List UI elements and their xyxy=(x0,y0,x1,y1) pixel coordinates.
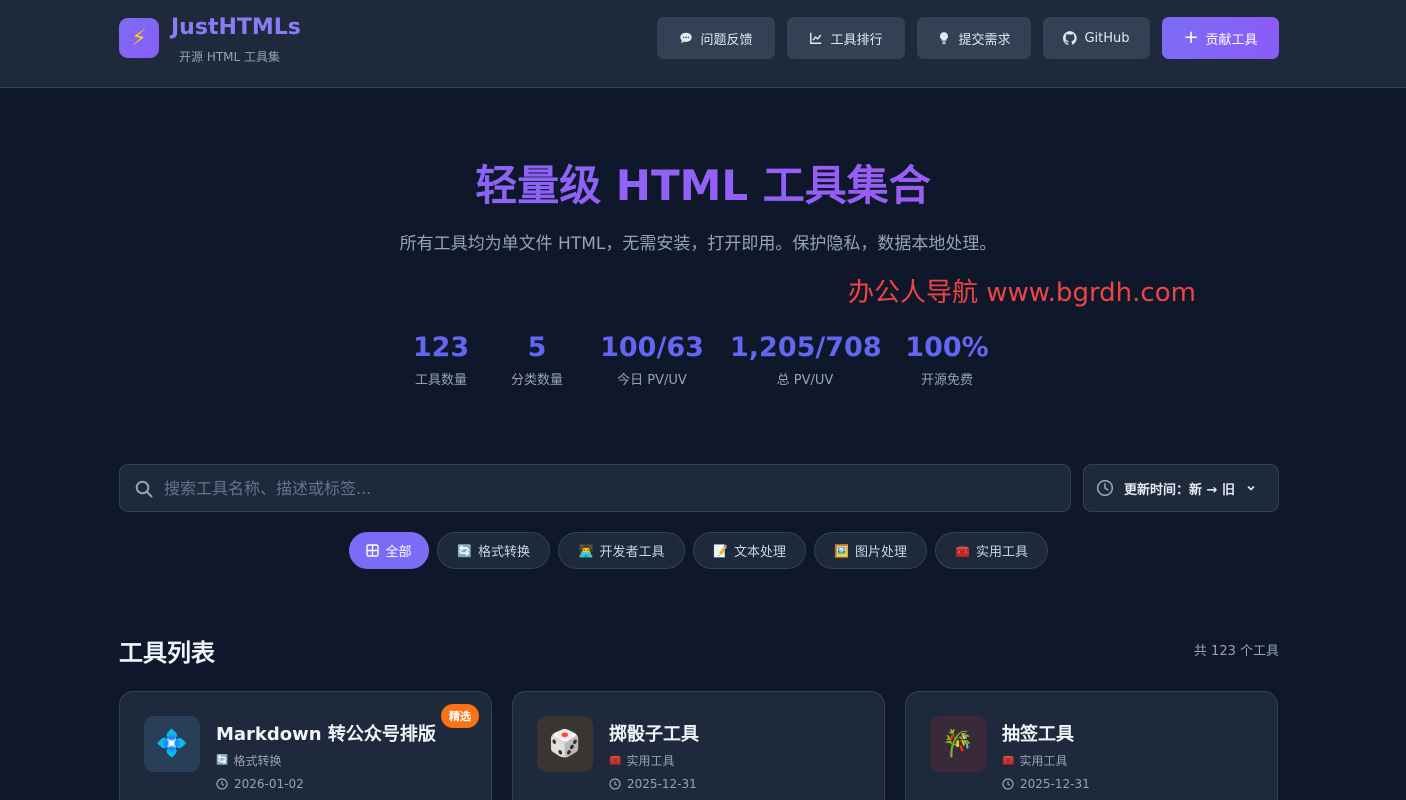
tool-category: 🔄 格式转换 xyxy=(216,752,281,769)
tools-count: 共 123 个工具 xyxy=(1193,644,1279,659)
tool-category-label: 实用工具 xyxy=(626,754,675,768)
stat-value: 100/63 xyxy=(600,332,704,363)
filter-format-convert[interactable]: 🔄 格式转换 xyxy=(437,532,550,569)
stat-categories: 5 分类数量 xyxy=(501,332,573,388)
tool-date-label: 2025-12-31 xyxy=(627,777,697,791)
sort-dropdown[interactable]: 更新时间：新 → 旧 xyxy=(1083,464,1279,512)
stat-value: 1,205/708 xyxy=(730,332,882,363)
search-box xyxy=(119,464,1071,512)
tool-date: 2025-12-31 xyxy=(609,777,697,791)
feedback-label: 问题反馈 xyxy=(700,32,753,48)
lightning-logo-icon[interactable]: ⚡ xyxy=(119,18,159,58)
lightbulb-icon xyxy=(940,32,949,45)
tool-category-label: 格式转换 xyxy=(233,754,282,768)
developer-icon: 👨‍💻 xyxy=(578,543,594,558)
chat-bubble-icon xyxy=(680,32,693,44)
stat-total-pv-uv: 1,205/708 总 PV/UV xyxy=(730,332,882,388)
clock-icon xyxy=(1002,778,1014,790)
request-button[interactable]: 提交需求 xyxy=(917,17,1031,59)
stat-value: 123 xyxy=(412,332,470,363)
stat-label: 分类数量 xyxy=(510,373,563,388)
tool-card[interactable]: 🎋 抽签工具 🧰 实用工具 2025-12-31 xyxy=(905,691,1278,800)
tool-date-label: 2025-12-31 xyxy=(1020,777,1090,791)
filter-label: 格式转换 xyxy=(477,545,530,560)
top-header: ⚡ JustHTMLs 开源 HTML 工具集 问题反馈 工具排行 提交需求 G… xyxy=(0,0,1406,88)
hero-description: 所有工具均为单文件 HTML，无需安装，打开即用。保护隐私，数据本地处理。 xyxy=(399,234,997,254)
tanabata-tree-icon: 🎋 xyxy=(930,716,986,772)
tool-name: 抽签工具 xyxy=(1002,724,1074,745)
ranking-label: 工具排行 xyxy=(830,32,883,48)
tool-category-label: 实用工具 xyxy=(1019,754,1068,768)
filter-label: 图片处理 xyxy=(854,545,907,560)
grid-icon xyxy=(366,544,380,557)
feedback-button[interactable]: 问题反馈 xyxy=(657,17,775,59)
tool-card[interactable]: 💠 Markdown 转公众号排版 精选 🔄 格式转换 2026-01-02 xyxy=(119,691,492,800)
tool-category: 🧰 实用工具 xyxy=(1002,752,1067,769)
featured-badge: 精选 xyxy=(441,704,479,728)
filter-label: 全部 xyxy=(385,545,412,560)
tool-category: 🧰 实用工具 xyxy=(609,752,674,769)
markdown-tool-icon: 💠 xyxy=(144,716,200,772)
chart-line-icon xyxy=(810,32,822,44)
hero-title: 轻量级 HTML 工具集合 xyxy=(0,152,1406,213)
github-icon xyxy=(1063,31,1078,45)
filter-utilities[interactable]: 🧰 实用工具 xyxy=(935,532,1048,569)
filter-label: 文本处理 xyxy=(733,545,786,560)
stat-label: 开源免费 xyxy=(920,373,973,388)
search-icon xyxy=(135,480,153,498)
request-label: 提交需求 xyxy=(958,32,1011,48)
tools-section-title: 工具列表 xyxy=(119,639,215,667)
chevron-down-icon xyxy=(1247,485,1255,491)
contribute-button[interactable]: + 贡献工具 xyxy=(1162,17,1279,59)
stat-open-source: 100% 开源免费 xyxy=(903,332,991,388)
contribute-label: 贡献工具 xyxy=(1205,32,1258,48)
filter-text-processing[interactable]: 📝 文本处理 xyxy=(693,532,806,569)
tool-card[interactable]: 🎲 掷骰子工具 🧰 实用工具 2025-12-31 xyxy=(512,691,885,800)
github-button[interactable]: GitHub xyxy=(1043,17,1150,59)
watermark-text: 办公人导航 www.bgrdh.com xyxy=(848,278,1196,308)
stat-value: 5 xyxy=(527,332,547,363)
refresh-icon: 🔄 xyxy=(216,755,229,766)
clock-icon xyxy=(216,778,228,790)
stat-value: 100% xyxy=(905,332,989,363)
search-input[interactable] xyxy=(164,465,1054,511)
clock-icon xyxy=(1096,479,1114,497)
dice-icon: 🎲 xyxy=(537,716,593,772)
tool-name: Markdown 转公众号排版 xyxy=(216,724,436,745)
github-label: GitHub xyxy=(1084,30,1130,46)
tool-date: 2025-12-31 xyxy=(1002,777,1090,791)
toolbox-icon: 🧰 xyxy=(609,755,622,766)
brand-name[interactable]: JustHTMLs xyxy=(171,15,301,40)
stat-label: 总 PV/UV xyxy=(776,373,834,388)
tool-date: 2026-01-02 xyxy=(216,777,304,791)
brand-subtitle: 开源 HTML 工具集 xyxy=(179,50,281,64)
plus-icon: + xyxy=(1183,27,1199,48)
tool-name: 掷骰子工具 xyxy=(609,724,699,745)
tool-date-label: 2026-01-02 xyxy=(234,777,304,791)
filter-label: 开发者工具 xyxy=(599,545,665,560)
toolbox-icon: 🧰 xyxy=(1002,755,1015,766)
stat-label: 今日 PV/UV xyxy=(617,373,687,388)
stat-today-pv-uv: 100/63 今日 PV/UV xyxy=(598,332,706,388)
picture-icon: 🖼️ xyxy=(834,543,849,558)
toolbox-icon: 🧰 xyxy=(955,543,970,558)
ranking-button[interactable]: 工具排行 xyxy=(787,17,905,59)
clock-icon xyxy=(609,778,621,790)
filter-image-processing[interactable]: 🖼️ 图片处理 xyxy=(814,532,927,569)
memo-icon: 📝 xyxy=(713,543,728,558)
stat-label: 工具数量 xyxy=(414,373,467,388)
refresh-icon: 🔄 xyxy=(457,543,472,558)
filter-label: 实用工具 xyxy=(975,545,1028,560)
filter-all[interactable]: 全部 xyxy=(349,532,429,569)
filter-developer-tools[interactable]: 👨‍💻 开发者工具 xyxy=(558,532,685,569)
sort-label: 更新时间：新 → 旧 xyxy=(1124,482,1235,498)
stat-tools: 123 工具数量 xyxy=(405,332,477,388)
